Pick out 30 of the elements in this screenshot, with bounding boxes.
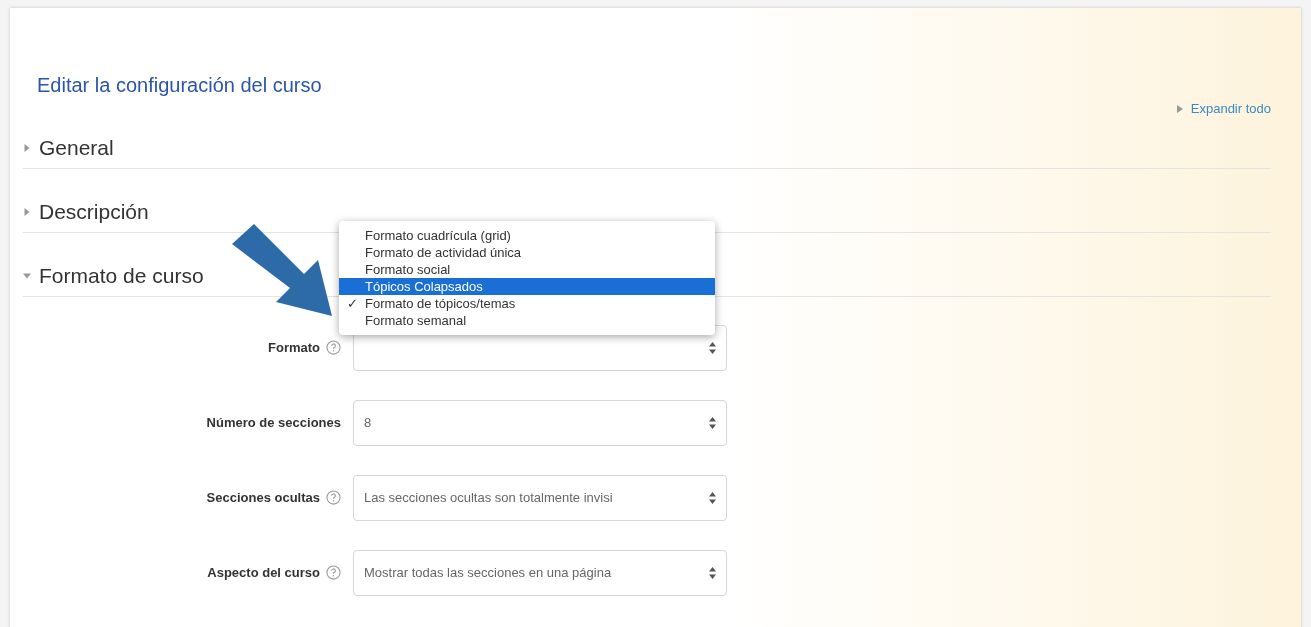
up-down-arrows-icon [709,566,716,579]
triangle-icon [1176,104,1183,113]
section-header[interactable]: General [39,132,114,164]
right-triangle-icon[interactable] [23,144,31,152]
dropdown-option[interactable]: Formato social [339,260,715,278]
dropdown-option[interactable]: Formato cuadrícula (grid) [339,226,715,244]
select-field[interactable]: Las secciones ocultas son totalmente invisi [353,474,727,521]
field-label: Formato [268,338,320,357]
dropdown-option[interactable]: ✓ Formato de tópicos/temas [339,294,715,312]
field-label: Número de secciones [206,413,341,432]
up-down-arrows-icon [709,416,716,429]
field-label: Aspecto del curso [207,563,320,582]
section-header[interactable]: Formato de curso [39,260,204,292]
up-down-arrows-icon [709,491,716,504]
select-field[interactable]: 8 [353,399,727,446]
help-icon[interactable] [326,565,341,580]
help-icon[interactable] [326,490,341,505]
down-triangle-icon[interactable] [23,272,31,280]
dropdown-option[interactable]: Tópicos Colapsados [339,277,715,295]
help-icon[interactable] [326,340,341,355]
pointer-arrow-icon [230,222,334,318]
select-field[interactable]: Mostrar todas las secciones en una página [353,549,727,596]
field-label: Secciones ocultas [206,488,320,507]
expand-all-link[interactable]: Expandir todo [1190,99,1271,119]
dropdown-option[interactable]: Formato semanal [339,311,715,329]
up-down-arrows-icon [709,341,716,354]
dropdown-option[interactable]: Formato de actividad única [339,243,715,261]
section-header[interactable]: Descripción [39,196,149,228]
page-title: Editar la configuración del curso [37,73,323,97]
right-triangle-icon[interactable] [23,208,31,216]
